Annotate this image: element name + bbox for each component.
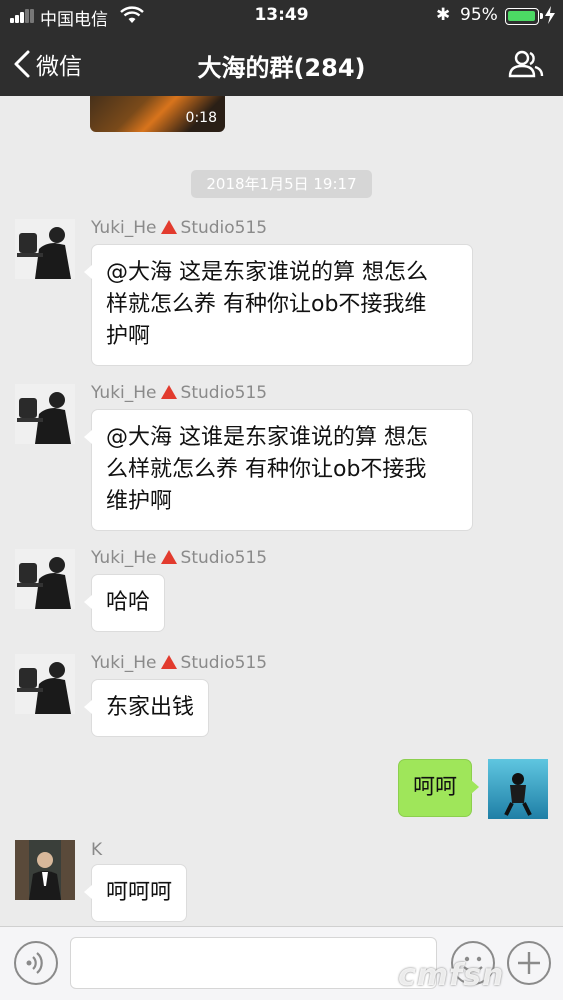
message-bubble[interactable]: @大海 这谁是东家谁说的算 想怎 么样就怎么养 有种你让ob不接我 维护啊	[84, 409, 473, 531]
message-bubble[interactable]: @大海 这是东家谁说的算 想怎么 样就怎么养 有种你让ob不接我维 护啊	[84, 244, 473, 366]
message-bubble[interactable]: 呵呵呵	[83, 864, 188, 922]
chat-area[interactable]: 0:18 2018年1月5日 19:17 Yuki_He Studio515 @大…	[0, 96, 563, 926]
sender-name: Yuki_He Studio515	[91, 653, 268, 673]
bluetooth-icon: ✱	[436, 5, 451, 25]
warning-triangle-icon	[160, 220, 177, 234]
nav-bar: 微信 大海的群(284)	[0, 32, 563, 96]
chat-title: 大海的群(284)	[197, 54, 366, 82]
sender-name: K	[91, 840, 103, 860]
plus-icon	[518, 952, 540, 974]
sender-name: Yuki_He Studio515	[91, 383, 268, 403]
video-duration: 0:18	[185, 110, 217, 126]
avatar[interactable]	[15, 840, 75, 900]
avatar[interactable]	[15, 654, 75, 714]
avatar-image	[15, 654, 75, 714]
group-members-icon[interactable]	[508, 50, 544, 78]
avatar-image	[15, 549, 75, 609]
message-input[interactable]	[70, 937, 437, 989]
warning-triangle-icon	[160, 550, 177, 564]
voice-button[interactable]	[14, 941, 58, 985]
avatar-image	[15, 384, 75, 444]
warning-triangle-icon	[160, 655, 177, 669]
message-bubble[interactable]: 哈哈	[83, 574, 166, 632]
top-bar: 中国电信 13:49 ✱ 95% 微信 大海的群(284)	[0, 0, 563, 96]
avatar[interactable]	[15, 219, 75, 279]
sender-name: Yuki_He Studio515	[91, 548, 268, 568]
avatar[interactable]	[15, 384, 75, 444]
avatar-image	[15, 840, 75, 900]
chat-timestamp: 2018年1月5日 19:17	[191, 170, 372, 198]
sender-name: Yuki_He Studio515	[91, 218, 268, 238]
charging-bolt-icon	[545, 6, 555, 24]
my-message-bubble[interactable]: 呵呵	[397, 759, 480, 817]
voice-icon	[26, 952, 43, 974]
avatar[interactable]	[15, 549, 75, 609]
watermark-logo: cmfsn	[398, 958, 505, 993]
avatar-image	[15, 219, 75, 279]
warning-triangle-icon	[160, 385, 177, 399]
battery-icon	[505, 8, 543, 25]
avatar-image	[488, 759, 548, 819]
more-button[interactable]	[507, 941, 551, 985]
battery-percent: 95%	[460, 5, 498, 25]
status-bar: 中国电信 13:49 ✱ 95%	[0, 0, 563, 32]
my-avatar[interactable]	[488, 759, 548, 819]
message-bubble[interactable]: 东家出钱	[83, 679, 210, 737]
video-message[interactable]: 0:18	[90, 96, 225, 132]
